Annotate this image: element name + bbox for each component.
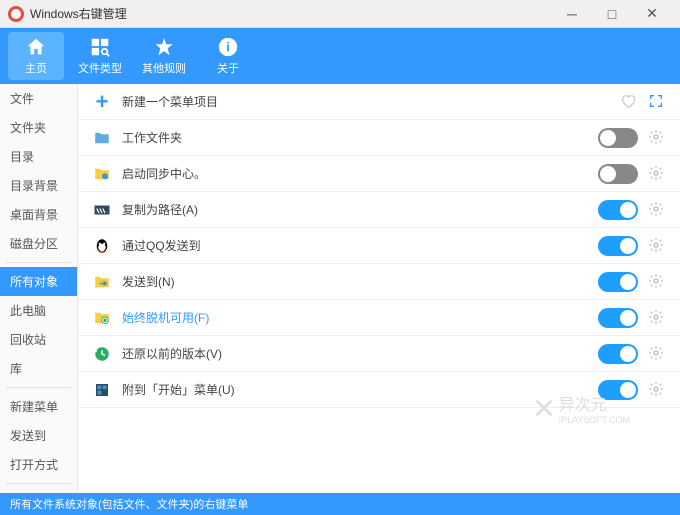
sidebar-item[interactable]: 所有对象 — [0, 267, 77, 296]
toolbar-label: 关于 — [217, 60, 239, 76]
sidebar-item[interactable]: 桌面背景 — [0, 200, 77, 229]
sidebar: 文件文件夹目录目录背景桌面背景磁盘分区所有对象此电脑回收站库新建菜单发送到打开方… — [0, 84, 78, 493]
statusbar: 所有文件系统对象(包括文件、文件夹)的右键菜单 — [0, 493, 680, 515]
list-row: 附到「开始」菜单(U) — [78, 372, 680, 408]
row-label: 附到「开始」菜单(U) — [122, 381, 598, 398]
sidebar-item[interactable]: 此电脑 — [0, 296, 77, 325]
gear-icon[interactable] — [648, 237, 666, 255]
sidebar-separator — [6, 387, 71, 388]
toggle-switch[interactable] — [598, 380, 638, 400]
heart-icon[interactable] — [620, 93, 638, 111]
gear-icon[interactable] — [648, 381, 666, 399]
row-label: 复制为路径(A) — [122, 201, 598, 218]
status-text: 所有文件系统对象(包括文件、文件夹)的右键菜单 — [10, 496, 248, 512]
sidebar-item[interactable]: 目录 — [0, 142, 77, 171]
close-button[interactable]: ✕ — [632, 0, 672, 28]
sidebar-item[interactable]: 文件 — [0, 84, 77, 113]
sidebar-item[interactable]: 库 — [0, 354, 77, 383]
folder-sync-icon — [92, 164, 112, 184]
star-icon — [153, 36, 175, 58]
gear-icon[interactable] — [648, 309, 666, 327]
sidebar-item[interactable]: 文件夹 — [0, 113, 77, 142]
minimize-button[interactable]: ─ — [552, 0, 592, 28]
offline-icon — [92, 308, 112, 328]
expand-icon[interactable] — [648, 93, 666, 111]
home-icon — [25, 36, 47, 58]
toggle-switch[interactable] — [598, 200, 638, 220]
sidebar-item[interactable]: 回收站 — [0, 325, 77, 354]
gear-icon[interactable] — [648, 201, 666, 219]
list-row: 发送到(N) — [78, 264, 680, 300]
row-label: 还原以前的版本(V) — [122, 345, 598, 362]
row-label[interactable]: 新建一个菜单项目 — [122, 93, 620, 110]
toolbar-other[interactable]: 其他规则 — [136, 32, 192, 80]
toggle-switch[interactable] — [598, 128, 638, 148]
restore-icon — [92, 344, 112, 364]
list-row: 始终脱机可用(F) — [78, 300, 680, 336]
sidebar-separator — [6, 483, 71, 484]
row-label: 启动同步中心。 — [122, 165, 598, 182]
row-label: 始终脱机可用(F) — [122, 309, 598, 326]
gear-icon[interactable] — [648, 129, 666, 147]
row-label: 工作文件夹 — [122, 129, 598, 146]
sidebar-item[interactable]: 新建菜单 — [0, 392, 77, 421]
sendto-icon — [92, 272, 112, 292]
toolbar-filetype[interactable]: 文件类型 — [72, 32, 128, 80]
sidebar-item[interactable]: 发送到 — [0, 421, 77, 450]
sidebar-item[interactable]: Win+X — [0, 488, 77, 493]
sidebar-item[interactable]: 磁盘分区 — [0, 229, 77, 258]
grid-icon — [89, 36, 111, 58]
list-row: 启动同步中心。 — [78, 156, 680, 192]
list-row: 复制为路径(A) — [78, 192, 680, 228]
toggle-switch[interactable] — [598, 236, 638, 256]
folder-blue-icon — [92, 128, 112, 148]
info-icon: i — [217, 36, 239, 58]
content: + 新建一个菜单项目工作文件夹启动同步中心。复制为路径(A) 通过QQ发送到发送到(… — [78, 84, 680, 493]
toggle-switch[interactable] — [598, 272, 638, 292]
toolbar: 主页 文件类型 其他规则 i 关于 — [0, 28, 680, 84]
toolbar-label: 主页 — [25, 60, 47, 76]
list-row: 还原以前的版本(V) — [78, 336, 680, 372]
list-row: 工作文件夹 — [78, 120, 680, 156]
svg-text:i: i — [226, 40, 230, 55]
plus-icon: + — [92, 92, 112, 112]
sidebar-item[interactable]: 打开方式 — [0, 450, 77, 479]
maximize-button[interactable]: □ — [592, 0, 632, 28]
toggle-switch[interactable] — [598, 164, 638, 184]
titlebar: Windows右键管理 ─ □ ✕ — [0, 0, 680, 28]
pin-icon — [92, 380, 112, 400]
window-title: Windows右键管理 — [30, 5, 552, 22]
sidebar-separator — [6, 262, 71, 263]
list-row: + 新建一个菜单项目 — [78, 84, 680, 120]
path-icon — [92, 200, 112, 220]
toolbar-home[interactable]: 主页 — [8, 32, 64, 80]
list-row: 通过QQ发送到 — [78, 228, 680, 264]
app-icon — [8, 6, 24, 22]
toolbar-label: 其他规则 — [142, 60, 186, 76]
gear-icon[interactable] — [648, 165, 666, 183]
gear-icon[interactable] — [648, 345, 666, 363]
toggle-switch[interactable] — [598, 344, 638, 364]
toggle-switch[interactable] — [598, 308, 638, 328]
row-label: 通过QQ发送到 — [122, 237, 598, 254]
gear-icon[interactable] — [648, 273, 666, 291]
row-label: 发送到(N) — [122, 273, 598, 290]
sidebar-item[interactable]: 目录背景 — [0, 171, 77, 200]
toolbar-about[interactable]: i 关于 — [200, 32, 256, 80]
toolbar-label: 文件类型 — [78, 60, 122, 76]
qq-icon — [92, 236, 112, 256]
